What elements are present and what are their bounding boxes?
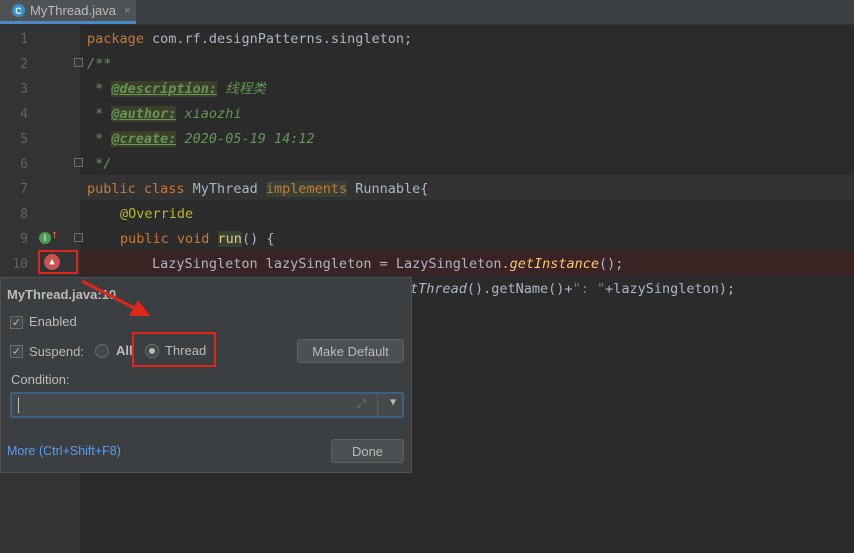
- annotation-arrow-icon: [81, 279, 150, 316]
